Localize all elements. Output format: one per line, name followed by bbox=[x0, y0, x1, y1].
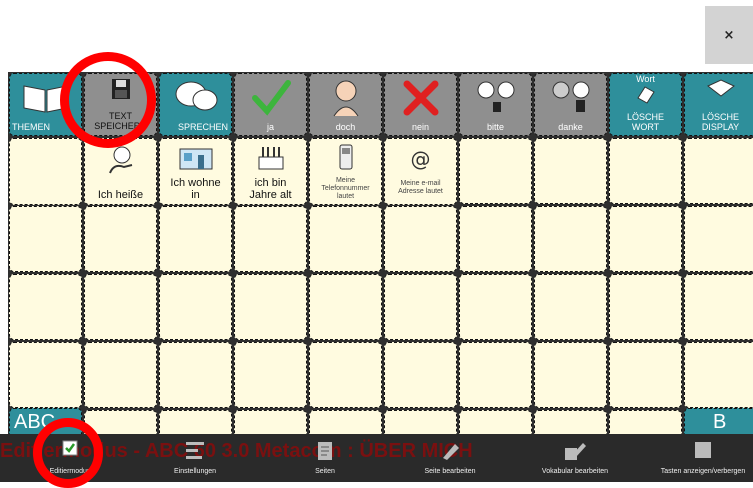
grid-cell[interactable] bbox=[534, 138, 607, 204]
cell-bitte[interactable]: bitte bbox=[459, 73, 532, 136]
person-name-icon bbox=[85, 145, 156, 177]
grid-cell[interactable] bbox=[609, 342, 682, 408]
toolbar-seiten[interactable]: Seiten bbox=[285, 434, 365, 482]
grid-cell[interactable] bbox=[534, 342, 607, 408]
cell-danke[interactable]: danke bbox=[534, 73, 607, 136]
cell-doch[interactable]: doch bbox=[309, 73, 382, 136]
highlight-circle-editiermodus bbox=[33, 418, 103, 488]
ich-bin-label: ich bin Jahre alt bbox=[249, 177, 292, 201]
grid-cell[interactable] bbox=[84, 274, 157, 340]
loesche-wort-label: LÖSCHE WORT bbox=[626, 112, 664, 132]
cell-ich-bin-jahre-alt[interactable]: ich bin Jahre alt bbox=[234, 138, 307, 205]
cell-loesche-display[interactable]: LÖSCHE DISPLAY bbox=[684, 73, 753, 136]
highlight-circle-speichern bbox=[60, 52, 156, 148]
grid-cell[interactable] bbox=[84, 206, 157, 272]
pencil-icon bbox=[439, 440, 461, 467]
people-giving-icon bbox=[460, 78, 531, 118]
toolbar-tasten-anzeigen[interactable]: Tasten anzeigen/verbergen bbox=[655, 434, 751, 482]
grid-cell[interactable] bbox=[609, 138, 682, 204]
grid-cell[interactable] bbox=[384, 206, 457, 272]
grid-cell[interactable] bbox=[684, 138, 753, 204]
cell-ich-heisse[interactable]: Ich heiße bbox=[84, 138, 157, 205]
email-label: Meine e-mail Adresse lautet bbox=[398, 180, 443, 195]
grid-cell[interactable] bbox=[459, 138, 532, 204]
cell-loesche-wort[interactable]: Wort LÖSCHE WORT bbox=[609, 73, 682, 136]
toolbar-vokabular-bearbeiten[interactable]: Vokabular bearbeiten bbox=[530, 434, 620, 482]
grid-cell[interactable] bbox=[309, 206, 382, 272]
grid-cell[interactable] bbox=[159, 274, 232, 340]
speech-bubbles-icon bbox=[160, 78, 231, 118]
grid-cell[interactable] bbox=[459, 274, 532, 340]
red-x-icon bbox=[385, 78, 456, 118]
grid-cell[interactable] bbox=[384, 274, 457, 340]
bottom-toolbar: Editiermodus - ABC 60 3.0 Metacom : ÜBER… bbox=[0, 434, 753, 482]
phone-icon bbox=[310, 143, 381, 171]
grid-cell[interactable] bbox=[309, 274, 382, 340]
grid-cell[interactable] bbox=[609, 274, 682, 340]
toolbar-einstellungen[interactable]: Einstellungen bbox=[155, 434, 235, 482]
grid-cell[interactable] bbox=[534, 274, 607, 340]
cell-telefonnummer[interactable]: Meine Telefonnummer lautet bbox=[309, 138, 382, 205]
grid-cell[interactable] bbox=[9, 342, 82, 408]
grid-cell[interactable] bbox=[459, 342, 532, 408]
ich-wohne-label: Ich wohne in bbox=[170, 177, 221, 201]
house-icon bbox=[160, 143, 231, 171]
eraser-icon bbox=[685, 78, 753, 100]
telefon-label: Meine Telefonnummer lautet bbox=[321, 177, 370, 200]
grid-cell[interactable] bbox=[9, 274, 82, 340]
birthday-cake-icon bbox=[235, 143, 306, 171]
grid-cell[interactable] bbox=[159, 206, 232, 272]
grid-cell[interactable] bbox=[234, 274, 307, 340]
close-button[interactable]: × bbox=[705, 6, 753, 64]
grid-cell[interactable] bbox=[684, 206, 753, 272]
grid-cell[interactable] bbox=[684, 274, 753, 340]
eraser-hand-icon bbox=[610, 84, 681, 104]
cell-nein[interactable]: nein bbox=[384, 73, 457, 136]
grid-cell[interactable] bbox=[684, 342, 753, 408]
at-sign-icon: @ bbox=[410, 147, 431, 171]
sliders-icon bbox=[184, 440, 206, 465]
person-icon bbox=[310, 78, 381, 118]
grid-cell[interactable] bbox=[234, 206, 307, 272]
grid-cell[interactable] bbox=[309, 342, 382, 408]
cell-ich-wohne-in[interactable]: Ich wohne in bbox=[159, 138, 232, 205]
pages-icon bbox=[316, 440, 334, 467]
cell-sprechen[interactable]: SPRECHEN bbox=[159, 73, 232, 136]
toolbar-seite-bearbeiten[interactable]: Seite bearbeiten bbox=[405, 434, 495, 482]
grid-cell[interactable] bbox=[534, 206, 607, 272]
loesche-display-label: LÖSCHE DISPLAY bbox=[701, 112, 740, 132]
cell-ja[interactable]: ja bbox=[234, 73, 307, 136]
grid-cell[interactable] bbox=[84, 342, 157, 408]
grid-cell[interactable] bbox=[234, 342, 307, 408]
cell-empty[interactable] bbox=[9, 138, 82, 205]
people-thanks-icon bbox=[535, 78, 606, 118]
grid-cell[interactable] bbox=[384, 342, 457, 408]
grid-cell[interactable] bbox=[9, 206, 82, 272]
cell-email-adresse[interactable]: @ Meine e-mail Adresse lautet bbox=[384, 138, 457, 205]
b-label: B bbox=[713, 411, 727, 433]
keys-toggle-icon bbox=[693, 440, 713, 465]
status-text: Editiermodus - ABC 60 3.0 Metacom : ÜBER… bbox=[0, 440, 473, 462]
check-mark-icon bbox=[235, 78, 306, 118]
grid-cell[interactable] bbox=[159, 342, 232, 408]
edit-vocab-icon bbox=[563, 440, 587, 467]
grid-cell[interactable] bbox=[459, 206, 532, 272]
close-icon: × bbox=[723, 27, 735, 43]
grid-cell[interactable] bbox=[609, 206, 682, 272]
